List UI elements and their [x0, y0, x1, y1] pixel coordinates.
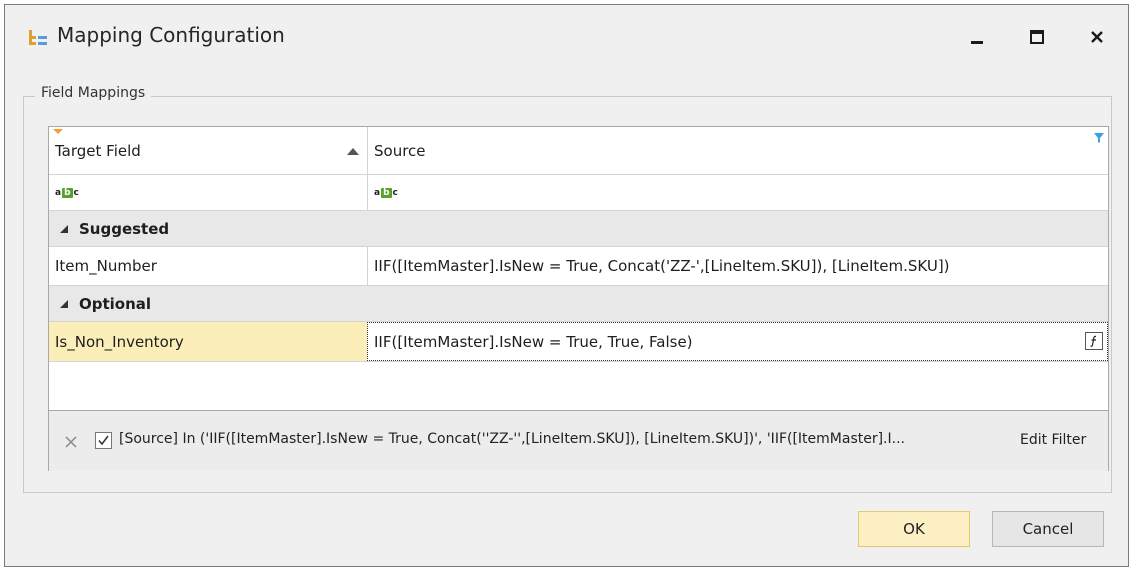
function-icon — [1090, 335, 1097, 347]
expanded-triangle-icon — [60, 224, 68, 233]
close-icon — [1091, 31, 1103, 43]
text-filter-icon: abc — [55, 187, 79, 198]
target-field-cell[interactable]: Item_Number — [49, 247, 367, 285]
group-row-optional[interactable]: Optional — [49, 286, 1108, 322]
column-header-target-field-label: Target Field — [55, 141, 141, 160]
table-row-focused[interactable]: Is_Non_Inventory IIF([ItemMaster].IsNew … — [49, 322, 1108, 362]
target-field-cell[interactable]: Is_Non_Inventory — [49, 322, 367, 361]
expanded-triangle-icon — [60, 299, 68, 308]
auto-filter-row: abc abc — [49, 175, 1108, 211]
mappings-grid: Target Field Source abc abc Suggested It… — [48, 126, 1109, 471]
sort-marker-icon — [53, 129, 63, 134]
group-row-content: Optional — [59, 286, 151, 321]
table-mapping-icon — [29, 30, 47, 45]
minimize-button[interactable] — [957, 21, 997, 55]
maximize-button[interactable] — [1017, 21, 1057, 55]
group-row-suggested[interactable]: Suggested — [49, 211, 1108, 247]
source-filter-cell[interactable]: abc — [367, 175, 1108, 210]
filter-icon[interactable] — [1094, 133, 1104, 143]
grid-header: Target Field Source — [49, 127, 1108, 175]
filter-panel: [Source] In ('IIF([ItemMaster].IsNew = T… — [49, 411, 1108, 471]
sort-ascending-icon — [347, 148, 359, 155]
title-bar: Mapping Configuration — [5, 5, 1128, 69]
source-cell-editor[interactable]: IIF([ItemMaster].IsNew = True, True, Fal… — [367, 322, 1108, 361]
column-header-source-label: Source — [374, 141, 426, 160]
cancel-button[interactable]: Cancel — [992, 511, 1104, 547]
text-filter-icon: abc — [374, 187, 398, 198]
target-field-filter-cell[interactable]: abc — [49, 175, 367, 210]
mapping-configuration-dialog: Mapping Configuration Field Mappings Tar… — [4, 4, 1129, 567]
group-label: Optional — [79, 294, 152, 313]
source-cell-text: IIF([ItemMaster].IsNew = True, True, Fal… — [374, 332, 693, 351]
close-button[interactable] — [1077, 21, 1117, 55]
filter-enabled-checkbox[interactable] — [95, 432, 112, 449]
column-header-target-field[interactable]: Target Field — [49, 127, 367, 174]
filter-expression-text[interactable]: [Source] In ('IIF([ItemMaster].IsNew = T… — [119, 431, 1009, 447]
expression-editor-button[interactable] — [1085, 332, 1103, 350]
minimize-icon — [971, 41, 983, 44]
group-label: Suggested — [79, 219, 170, 238]
ok-button[interactable]: OK — [858, 511, 970, 547]
maximize-icon — [1030, 30, 1044, 44]
clear-filter-icon[interactable] — [65, 436, 77, 448]
source-cell[interactable]: IIF([ItemMaster].IsNew = True, Concat('Z… — [367, 247, 1108, 285]
edit-filter-link[interactable]: Edit Filter — [1020, 432, 1086, 448]
field-mappings-legend: Field Mappings — [35, 85, 152, 101]
grid-empty-area — [49, 368, 1108, 411]
table-row[interactable]: Item_Number IIF([ItemMaster].IsNew = Tru… — [49, 247, 1108, 286]
window-title: Mapping Configuration — [57, 23, 285, 47]
column-header-source[interactable]: Source — [367, 127, 1108, 174]
group-row-content: Suggested — [59, 211, 169, 246]
checkmark-icon — [98, 435, 109, 446]
